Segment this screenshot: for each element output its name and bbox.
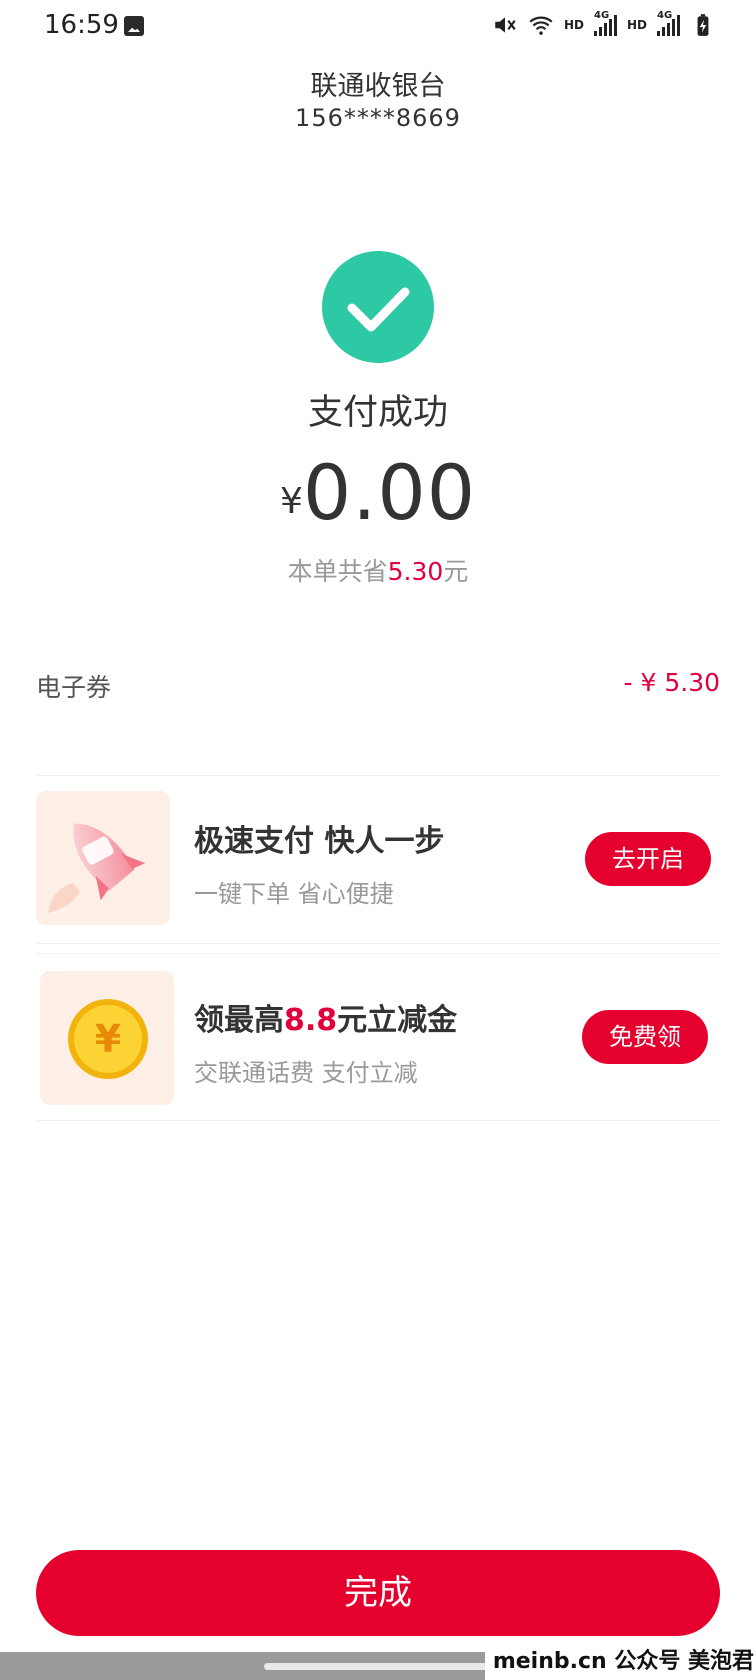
promo-subtitle: 交联通话费 支付立减 (194, 1059, 418, 1087)
signal-icon: 4G (593, 10, 617, 36)
status-time: 16:59 (44, 10, 119, 40)
promo-title-amount: 8.8 (284, 1003, 338, 1038)
network-type-label: 4G (657, 10, 673, 21)
divider (36, 775, 720, 776)
saved-suffix: 元 (443, 557, 469, 586)
divider (36, 953, 720, 954)
home-indicator[interactable] (264, 1663, 492, 1670)
saved-summary: 本单共省5.30元 (0, 552, 756, 588)
payment-status: 支付成功 (307, 393, 448, 433)
watermark: meinb.cn 公众号 美泡君 (484, 1644, 756, 1680)
wifi-icon (529, 16, 553, 35)
promo-title: 领最高8.8元立减金 (194, 995, 457, 1039)
saved-prefix: 本单共省 (287, 557, 388, 586)
hd-label: HD (626, 18, 647, 32)
promo-subtitle: 一键下单 省心便捷 (194, 880, 394, 908)
phone-number: 156****8669 (295, 104, 461, 132)
coupon-value: - ¥ 5.30 (623, 668, 720, 697)
done-button[interactable]: 完成 (36, 1550, 720, 1636)
yen-icon: ¥ (94, 1017, 122, 1061)
promo-title: 极速支付 快人一步 (194, 824, 445, 859)
network-type-label: 4G (593, 10, 610, 21)
status-icons: HD 4G HD 4G (492, 10, 716, 38)
saved-amount: 5.30 (387, 557, 444, 586)
page-title: 联通收银台 (310, 71, 446, 102)
rocket-icon (36, 791, 170, 925)
success-check-icon (322, 251, 434, 363)
promo-title-prefix: 领最高 (194, 1003, 284, 1038)
enable-fast-pay-button[interactable]: 去开启 (585, 832, 711, 886)
signal-icon: 4G (657, 10, 680, 36)
divider (36, 1120, 720, 1121)
hd-label: HD (563, 18, 584, 32)
paid-amount: ¥0.00 (0, 448, 756, 537)
battery-charging-icon (697, 14, 709, 36)
currency-symbol: ¥ (279, 481, 303, 522)
coin-icon: ¥ (40, 971, 174, 1105)
promo-title-suffix: 元立减金 (337, 1003, 458, 1038)
mute-icon (495, 17, 516, 33)
divider (36, 943, 720, 944)
claim-free-button[interactable]: 免费领 (582, 1010, 708, 1064)
coupon-label: 电子券 (36, 673, 112, 702)
amount-value: 0.00 (302, 448, 477, 537)
photo-icon (124, 16, 144, 36)
